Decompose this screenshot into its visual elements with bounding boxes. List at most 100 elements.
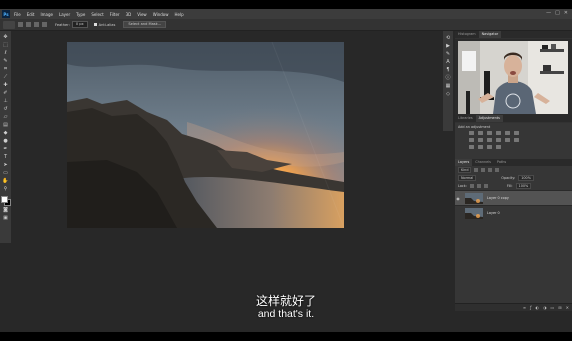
tab-layers[interactable]: Layers: [455, 159, 473, 166]
filter-pixel-icon[interactable]: [474, 168, 479, 172]
presenter-photo: [458, 41, 568, 114]
zoom-icon[interactable]: ⚲: [3, 186, 9, 192]
menu-help[interactable]: Help: [174, 12, 183, 17]
eraser-icon[interactable]: ▱: [3, 114, 9, 120]
type-icon[interactable]: T: [3, 154, 9, 160]
filter-type-icon[interactable]: [488, 168, 493, 172]
hand-icon[interactable]: ✋: [2, 178, 8, 184]
hue-saturation-icon[interactable]: [514, 131, 519, 135]
eye-icon[interactable]: ◉: [455, 196, 461, 201]
layer-thumbnail: [465, 192, 483, 204]
black-white-icon[interactable]: [478, 138, 483, 142]
menu-image[interactable]: Image: [40, 12, 53, 17]
pen-icon[interactable]: ✒: [3, 146, 9, 152]
photo-filter-icon[interactable]: [487, 138, 492, 142]
layer-filter-row: Kind: [455, 166, 572, 174]
tab-channels[interactable]: Channels: [472, 159, 494, 166]
path-select-icon[interactable]: ➤: [3, 162, 9, 168]
tab-navigator[interactable]: Navigator: [478, 31, 502, 38]
menu-type[interactable]: Type: [76, 12, 85, 17]
tab-libraries[interactable]: Libraries: [455, 115, 476, 122]
healing-icon[interactable]: ✚: [3, 82, 9, 88]
color-swatches[interactable]: [1, 196, 11, 206]
menu-file[interactable]: File: [14, 12, 21, 17]
gradient-map-icon[interactable]: [487, 145, 492, 149]
panel-icon-strip: ⟲ ▶ ✎ A ¶ ⓘ ▦ ◇: [443, 31, 453, 131]
levels-icon[interactable]: [478, 131, 483, 135]
lock-pixels-icon[interactable]: [469, 184, 474, 188]
blur-icon[interactable]: ◆: [3, 130, 9, 136]
current-tool-preset[interactable]: [3, 20, 15, 29]
posterize-icon[interactable]: [469, 145, 474, 149]
swatches-icon[interactable]: ▦: [446, 83, 451, 89]
menu-window[interactable]: Window: [153, 12, 169, 17]
foreground-color-swatch[interactable]: [1, 196, 8, 203]
photoshop-logo: Ps: [2, 10, 10, 18]
layer-row-base[interactable]: Layer 0: [455, 205, 572, 220]
menu-filter[interactable]: Filter: [110, 12, 120, 17]
intersect-selection-icon[interactable]: [42, 22, 47, 27]
paragraph-icon[interactable]: ¶: [446, 67, 451, 73]
adjustments-tabs: Libraries Adjustments: [455, 115, 572, 122]
lock-position-icon[interactable]: [476, 184, 481, 188]
brush-settings-icon[interactable]: ✎: [446, 51, 451, 57]
color-lookup-icon[interactable]: [505, 138, 510, 142]
menu-3d[interactable]: 3D: [126, 12, 132, 17]
filter-shape-icon[interactable]: [495, 168, 500, 172]
quick-mask-icon[interactable]: ◙: [3, 207, 9, 213]
minimize-icon[interactable]: —: [546, 10, 551, 16]
properties-icon[interactable]: ▶: [446, 43, 451, 49]
color-balance-icon[interactable]: [469, 138, 474, 142]
threshold-icon[interactable]: [478, 145, 483, 149]
filter-kind-select[interactable]: Kind: [458, 167, 472, 173]
fill-input[interactable]: 100%: [515, 183, 532, 189]
move-icon[interactable]: ✥: [3, 34, 9, 40]
info-icon[interactable]: ⓘ: [446, 75, 451, 81]
eyedropper-icon[interactable]: ⟋: [3, 74, 9, 80]
marquee-icon[interactable]: ⬚: [3, 42, 9, 48]
adjustments-panel: Add an adjustment: [455, 123, 572, 163]
tab-adjustments[interactable]: Adjustments: [475, 115, 503, 122]
styles-icon[interactable]: ◇: [446, 91, 451, 97]
dodge-icon[interactable]: ●: [3, 138, 9, 144]
feather-input[interactable]: 0 px: [71, 21, 88, 28]
tab-paths[interactable]: Paths: [494, 159, 509, 166]
shape-icon[interactable]: ▭: [3, 170, 9, 176]
channel-mixer-icon[interactable]: [496, 138, 501, 142]
add-selection-icon[interactable]: [26, 22, 31, 27]
lasso-icon[interactable]: ℓ: [3, 50, 9, 56]
character-icon[interactable]: A: [446, 59, 451, 65]
filter-adjustment-icon[interactable]: [481, 168, 486, 172]
menu-view[interactable]: View: [137, 12, 147, 17]
vibrance-icon[interactable]: [505, 131, 510, 135]
history-brush-icon[interactable]: ↺: [3, 106, 9, 112]
menu-bar: Ps File Edit Image Layer Type Select Fil…: [0, 9, 572, 19]
tab-histogram[interactable]: Histogram: [455, 31, 479, 38]
stamp-icon[interactable]: ⊥: [3, 98, 9, 104]
subtract-selection-icon[interactable]: [34, 22, 39, 27]
history-icon[interactable]: ⟲: [446, 35, 451, 41]
maximize-icon[interactable]: □: [555, 10, 560, 16]
invert-icon[interactable]: [514, 138, 519, 142]
document-canvas[interactable]: [67, 42, 344, 228]
screen-mode-icon[interactable]: ▣: [3, 215, 9, 221]
curves-icon[interactable]: [487, 131, 492, 135]
anti-alias-checkbox[interactable]: Anti-alias: [93, 23, 115, 27]
quick-select-icon[interactable]: ✎: [3, 58, 9, 64]
selective-color-icon[interactable]: [496, 145, 501, 149]
lock-all-icon[interactable]: [483, 184, 488, 188]
menu-select[interactable]: Select: [91, 12, 103, 17]
opacity-input[interactable]: 100%: [518, 175, 534, 181]
brush-icon[interactable]: ✐: [3, 90, 9, 96]
crop-icon[interactable]: ⌗: [3, 66, 9, 72]
exposure-icon[interactable]: [496, 131, 501, 135]
blend-mode-select[interactable]: Normal: [458, 175, 477, 181]
close-icon[interactable]: ✕: [564, 10, 568, 16]
layer-row-copy[interactable]: ◉ Layer 0 copy: [455, 190, 572, 205]
select-and-mask-button[interactable]: Select and Mask...: [123, 21, 167, 28]
gradient-icon[interactable]: ▤: [3, 122, 9, 128]
brightness-contrast-icon[interactable]: [469, 131, 474, 135]
menu-edit[interactable]: Edit: [27, 12, 35, 17]
menu-layer[interactable]: Layer: [59, 12, 70, 17]
new-selection-icon[interactable]: [18, 22, 23, 27]
